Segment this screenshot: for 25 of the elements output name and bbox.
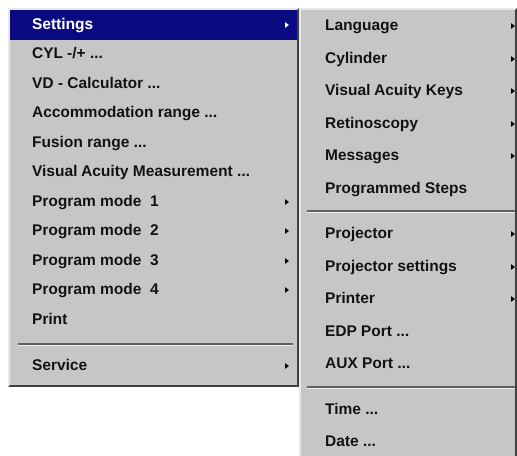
menu-item[interactable]: CYL -/+ ... — [10, 40, 297, 69]
menu-item[interactable]: Retinoscopy — [301, 108, 515, 140]
menu-item[interactable]: Time ... — [301, 394, 515, 426]
menu-item[interactable]: Print — [10, 305, 297, 334]
menu-item[interactable]: Program mode 3 — [10, 246, 297, 276]
menu-item[interactable]: Accommodation range ... — [10, 98, 297, 128]
menu-item[interactable]: Visual Acuity Keys — [301, 75, 515, 108]
menu-item[interactable]: Date ... — [301, 426, 515, 456]
menu-item[interactable]: Visual Acuity Measurement ... — [10, 158, 297, 187]
menu-item[interactable]: Cylinder — [301, 42, 515, 75]
menu-item[interactable]: Messages — [301, 140, 515, 172]
menu-item[interactable]: Language — [301, 10, 515, 42]
menu-item[interactable]: VD - Calculator ... — [10, 69, 297, 98]
menu-item[interactable]: EDP Port ... — [301, 316, 515, 348]
menu-item[interactable]: Program mode 1 — [10, 187, 297, 216]
menu-item[interactable]: Fusion range ... — [10, 128, 297, 158]
menu-item[interactable]: Settings — [10, 10, 297, 40]
menu-item[interactable]: AUX Port ... — [301, 348, 515, 380]
menu-item[interactable]: Program mode 2 — [10, 216, 297, 246]
menu-item[interactable]: Program mode 4 — [10, 276, 297, 305]
menu-item[interactable]: Projector — [301, 218, 515, 250]
menu-item[interactable]: Projector settings — [301, 250, 515, 283]
menu-item[interactable]: Programmed Steps — [301, 172, 515, 205]
menu-item[interactable]: Printer — [301, 283, 515, 316]
menu-item[interactable]: Service — [10, 352, 297, 381]
